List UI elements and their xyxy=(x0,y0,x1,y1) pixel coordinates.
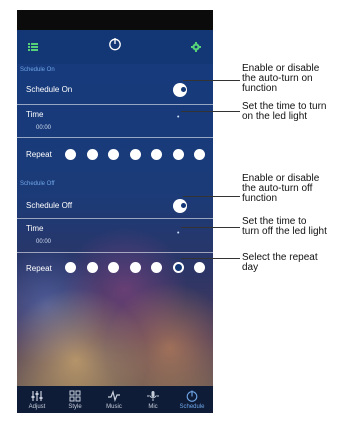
schedule-off-repeat-label: Repeat xyxy=(26,264,52,273)
schedule-content: Schedule On Schedule On Time 00:00 • Rep… xyxy=(17,64,213,386)
tab-style-label: Style xyxy=(68,404,82,410)
schedule-off-time-value: 00:00 xyxy=(36,239,52,245)
phone-screen: Schedule On Schedule On Time 00:00 • Rep… xyxy=(17,10,213,413)
power-icon[interactable] xyxy=(108,37,122,56)
schedule-on-toggle[interactable] xyxy=(173,83,187,97)
tab-schedule-label: Schedule xyxy=(179,404,205,410)
schedule-on-day-1[interactable] xyxy=(65,149,76,160)
music-icon xyxy=(107,389,121,402)
menu-icon[interactable] xyxy=(28,39,38,57)
schedule-on-day-3[interactable] xyxy=(108,149,119,160)
divider xyxy=(17,252,213,253)
schedule-off-day-7[interactable] xyxy=(194,262,205,273)
divider xyxy=(17,137,213,138)
callout-schedule-off-time: Set the time to turn off the led light xyxy=(242,217,327,237)
callout-line-3: function xyxy=(242,193,278,204)
schedule-off-label: Schedule Off xyxy=(26,201,73,210)
tab-music[interactable]: Music xyxy=(95,386,133,413)
schedule-off-time-label: Time xyxy=(26,224,44,233)
tab-schedule[interactable]: Schedule xyxy=(173,386,211,413)
schedule-on-day-2[interactable] xyxy=(87,149,98,160)
schedule-on-day-7[interactable] xyxy=(194,149,205,160)
status-bar xyxy=(17,10,213,30)
app-bar xyxy=(17,30,213,64)
schedule-on-day-4[interactable] xyxy=(130,149,141,160)
divider xyxy=(17,218,213,219)
gear-icon[interactable] xyxy=(191,39,201,57)
callout-line-2: turn off the led light xyxy=(242,226,327,237)
schedule-off-toggle[interactable] xyxy=(173,199,187,213)
callout-line xyxy=(181,227,240,228)
callout-schedule-off-toggle: Enable or disable the auto-turn off func… xyxy=(242,174,319,204)
schedule-off-day-5[interactable] xyxy=(151,262,162,273)
tab-adjust-label: Adjust xyxy=(28,404,46,410)
callout-line-3: function xyxy=(242,83,278,94)
timer-icon xyxy=(185,389,199,402)
callout-line xyxy=(181,111,240,112)
callout-repeat-day: Select the repeat day xyxy=(242,253,318,273)
schedule-on-label: Schedule On xyxy=(26,85,73,94)
bottom-tab-bar: Adjust Style Music Mic Schedule xyxy=(17,386,213,413)
schedule-off-day-3[interactable] xyxy=(108,262,119,273)
schedule-on-section-label: Schedule On xyxy=(20,67,55,73)
schedule-on-time-value: 00:00 xyxy=(36,125,52,131)
tab-mic[interactable]: Mic xyxy=(134,386,172,413)
callout-line xyxy=(181,258,240,259)
schedule-off-day-4[interactable] xyxy=(130,262,141,273)
callout-line-2: on the led light xyxy=(242,111,308,122)
tab-mic-label: Mic xyxy=(148,404,158,410)
schedule-on-day-6[interactable] xyxy=(173,149,184,160)
grid-icon xyxy=(68,389,82,402)
callout-schedule-on-toggle: Enable or disable the auto-turn on funct… xyxy=(242,64,319,94)
schedule-on-time-label: Time xyxy=(26,110,44,119)
callout-line-2: day xyxy=(242,262,259,273)
schedule-off-day-1[interactable] xyxy=(65,262,76,273)
callout-line xyxy=(183,196,240,197)
schedule-on-repeat-label: Repeat xyxy=(26,150,52,159)
chevron-right-icon: • xyxy=(177,230,180,237)
tab-music-label: Music xyxy=(106,404,122,410)
mic-icon xyxy=(146,389,160,401)
schedule-off-section-label: Schedule Off xyxy=(20,181,55,187)
divider xyxy=(17,104,213,105)
chevron-right-icon: • xyxy=(177,114,180,121)
callout-schedule-on-time: Set the time to turn on the led light xyxy=(242,102,327,122)
schedule-on-day-5[interactable] xyxy=(151,149,162,160)
schedule-off-day-6[interactable] xyxy=(173,262,184,273)
tab-adjust[interactable]: Adjust xyxy=(18,386,56,413)
callout-line xyxy=(183,80,240,81)
sliders-icon xyxy=(30,389,44,401)
tab-style[interactable]: Style xyxy=(56,386,94,413)
schedule-off-day-2[interactable] xyxy=(87,262,98,273)
